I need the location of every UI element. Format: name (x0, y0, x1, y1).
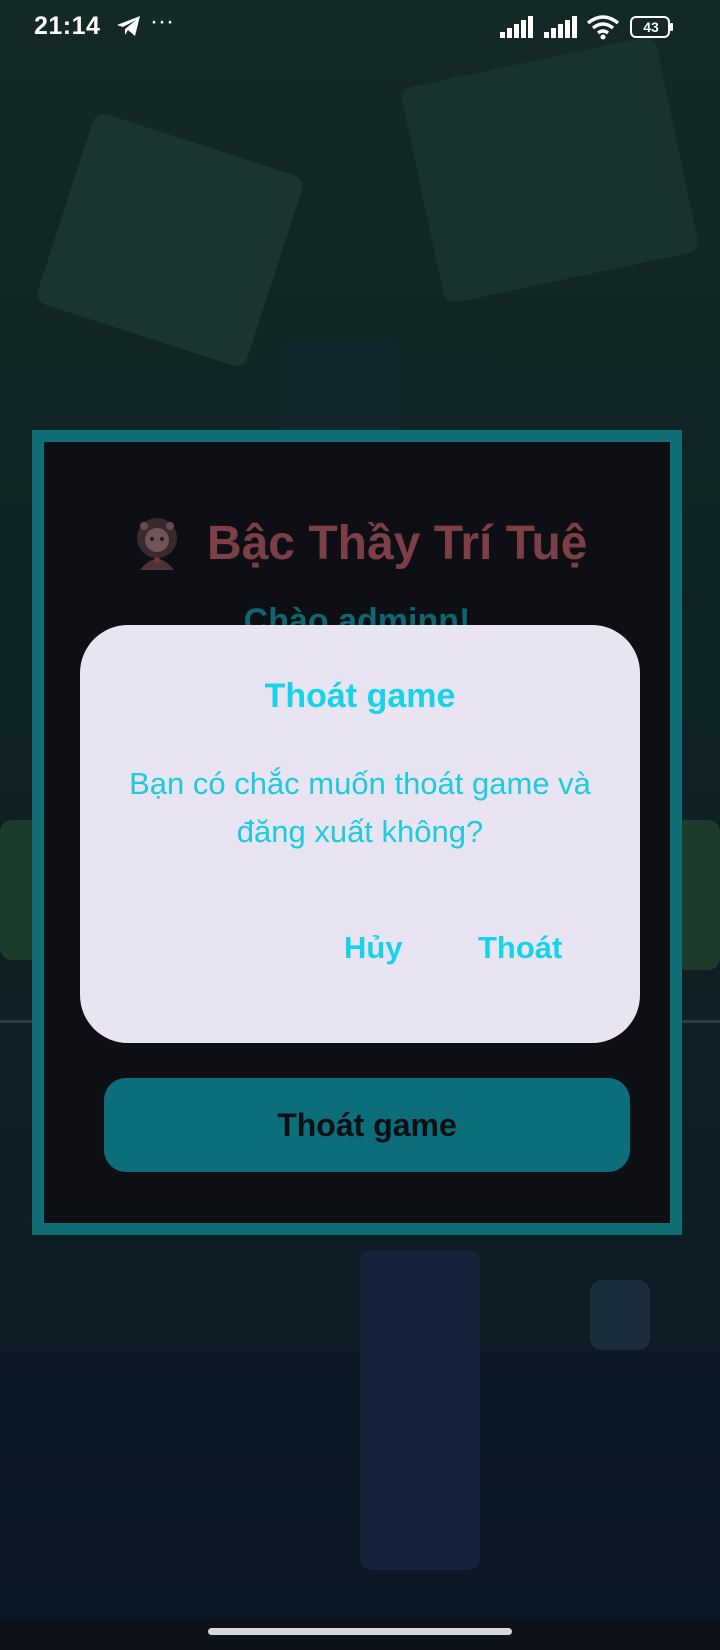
dialog-message: Bạn có chắc muốn thoát game và đăng xuất… (129, 766, 591, 849)
navigation-bar (0, 1618, 720, 1650)
confirm-exit-button[interactable]: Thoát (470, 923, 570, 973)
dialog-title: Thoát game (264, 677, 456, 715)
exit-confirmation-dialog: Thoát game Bạn có chắc muốn thoát game v… (80, 625, 640, 1043)
cancel-button[interactable]: Hủy (336, 923, 411, 973)
home-indicator[interactable] (208, 1628, 512, 1635)
